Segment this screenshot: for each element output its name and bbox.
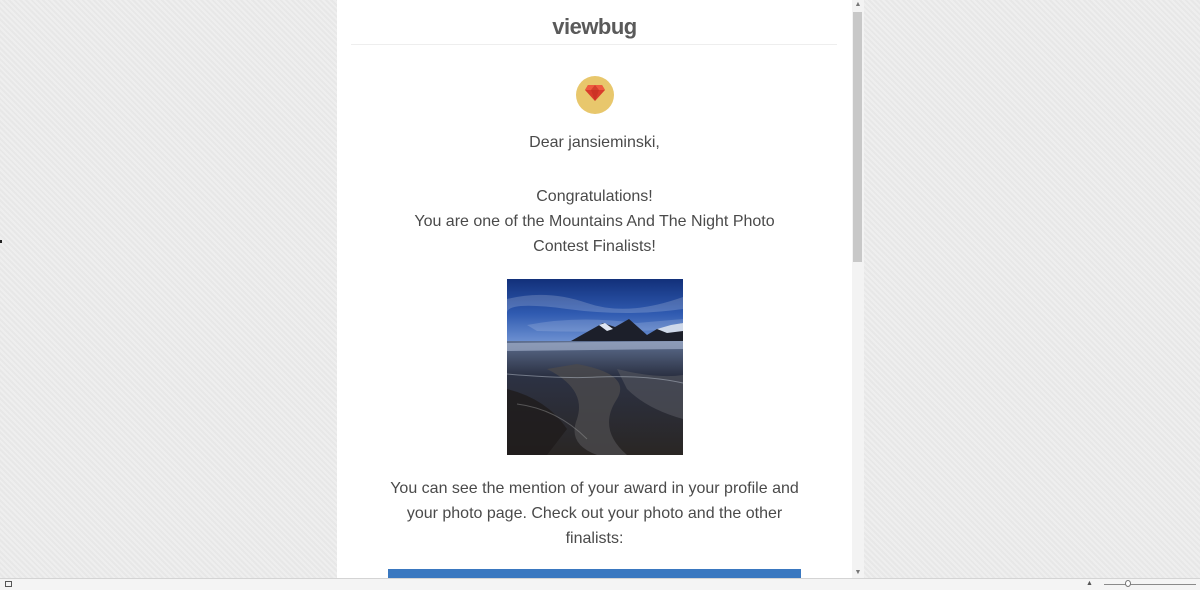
scroll-down-arrow-icon[interactable]: ▼: [852, 568, 864, 578]
scroll-thumb[interactable]: [853, 12, 862, 262]
congratulations-block: Congratulations! You are one of the Moun…: [397, 184, 792, 259]
award-badge: [576, 76, 614, 114]
scroll-up-arrow-icon[interactable]: ▲: [852, 0, 864, 10]
status-bar: ▲: [0, 578, 1200, 590]
congrats-heading: Congratulations!: [536, 188, 653, 205]
award-info-block: You can see the mention of your award in…: [382, 476, 807, 551]
congrats-line: Contest Finalists!: [533, 238, 656, 255]
view-finalists-button[interactable]: [388, 569, 801, 578]
page-view-icon[interactable]: [5, 581, 12, 587]
congrats-line: You are one of the Mountains And The Nig…: [414, 213, 775, 230]
vertical-scrollbar[interactable]: ▲ ▼: [852, 0, 864, 578]
info-line: You can see the mention of your award in…: [390, 480, 799, 497]
zoom-slider-thumb[interactable]: [1125, 580, 1131, 587]
info-line: finalists:: [565, 530, 624, 547]
brand-logo-text[interactable]: viewbug: [337, 14, 852, 40]
gem-icon: [584, 84, 606, 107]
header-divider: [351, 44, 837, 45]
info-line: your photo page. Check out your photo an…: [406, 505, 783, 522]
email-body: viewbug Dear jansieminski, Congratulatio…: [337, 0, 852, 578]
cursor-marker: [0, 240, 2, 243]
finalist-photo[interactable]: [507, 279, 683, 455]
greeting-text: Dear jansieminski,: [529, 134, 660, 151]
zoom-slider-track[interactable]: [1104, 584, 1196, 585]
zoom-up-icon[interactable]: ▲: [1086, 579, 1093, 589]
